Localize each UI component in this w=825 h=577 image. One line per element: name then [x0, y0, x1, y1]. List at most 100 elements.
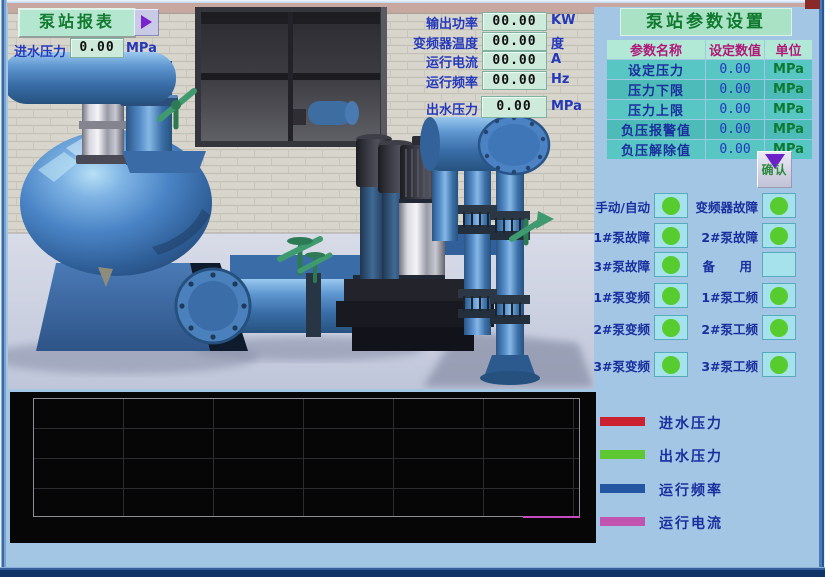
window-frame-bottom	[0, 567, 825, 577]
window-frame-left	[0, 0, 7, 577]
status-label-pump2-mains: 2#泵工频	[688, 319, 758, 338]
param-name: 设定压力	[607, 60, 705, 79]
corner-decoration	[805, 0, 820, 9]
header-param-name: 参数名称	[607, 40, 705, 59]
indicator-pump2-vfd	[654, 315, 688, 340]
indicator-lamp	[770, 287, 788, 305]
indicator-lamp	[770, 356, 788, 374]
status-label-pump3-mains: 3#泵工频	[688, 356, 758, 375]
table-row: 压力上限 0.00 MPa	[607, 100, 813, 119]
indicator-pump1-fault	[654, 223, 688, 248]
inlet-pressure-value: 0.00	[70, 38, 124, 58]
indicator-lamp	[662, 256, 680, 274]
indicator-pump3-fault	[654, 252, 688, 277]
indicator-lamp	[662, 319, 680, 337]
indicator-pump2-mains	[762, 315, 796, 340]
status-label-pump1-mains: 1#泵工频	[688, 287, 758, 306]
status-label-pump1-vfd: 1#泵变频	[586, 287, 650, 306]
param-name: 压力下限	[607, 80, 705, 99]
indicator-pump1-mains	[762, 283, 796, 308]
run-frequency-label: 运行频率	[398, 72, 478, 91]
param-name: 负压解除值	[607, 140, 705, 159]
legend-label-run-frequency: 运行频率	[659, 480, 723, 500]
window-frame-right	[818, 0, 825, 577]
indicator-lamp	[770, 227, 788, 245]
indicator-lamp	[770, 319, 788, 337]
status-label-pump1-fault: 1#泵故障	[586, 227, 650, 246]
indicator-lamp	[662, 197, 680, 215]
indicator-lamp	[662, 356, 680, 374]
outlet-pressure-label: 出水压力	[398, 99, 478, 118]
header-unit: 单位	[765, 40, 812, 59]
run-current-unit: A	[551, 52, 561, 67]
param-value[interactable]: 0.00	[706, 120, 764, 139]
run-frequency-value: 00.00	[482, 71, 547, 90]
param-value[interactable]: 0.00	[706, 140, 764, 159]
param-unit: MPa	[765, 100, 812, 119]
outlet-pressure-value: 0.00	[481, 96, 547, 118]
status-label-spare: 备 用	[688, 256, 758, 275]
indicator-manual-auto	[654, 193, 688, 218]
indicator-vfd-fault	[762, 193, 796, 218]
confirm-button[interactable]: 确认	[757, 151, 792, 188]
output-power-label: 输出功率	[398, 13, 478, 32]
param-value[interactable]: 0.00	[706, 100, 764, 119]
output-power-unit: KW	[551, 13, 575, 28]
legend-swatch-outlet-pressure	[600, 450, 645, 459]
legend-swatch-run-current	[600, 517, 645, 526]
header-set-value: 设定数值	[706, 40, 764, 59]
report-button[interactable]: 泵站报表	[18, 8, 136, 38]
table-header-row: 参数名称 设定数值 单位	[607, 40, 813, 59]
legend-label-inlet-pressure: 进水压力	[659, 413, 723, 433]
indicator-lamp	[770, 197, 788, 215]
output-power-value: 00.00	[482, 12, 547, 31]
inverter-temp-label: 变频器温度	[398, 33, 478, 52]
indicator-pump1-vfd	[654, 283, 688, 308]
param-unit: MPa	[765, 120, 812, 139]
param-name: 负压报警值	[607, 120, 705, 139]
table-row: 设定压力 0.00 MPa	[607, 60, 813, 79]
pump-station-hmi: 泵站报表 进水压力 0.00 MPa 输出功率 00.00 KW 变频器温度 0…	[0, 0, 825, 577]
param-name: 压力上限	[607, 100, 705, 119]
param-unit: MPa	[765, 60, 812, 79]
param-value[interactable]: 0.00	[706, 60, 764, 79]
trend-plot-area	[33, 398, 580, 517]
inverter-temp-unit: 度	[551, 33, 564, 52]
legend-label-run-current: 运行电流	[659, 513, 723, 533]
settings-panel-title: 泵站参数设置	[620, 8, 792, 36]
indicator-pump3-mains	[762, 352, 796, 377]
indicator-pump3-vfd	[654, 352, 688, 377]
window	[195, 7, 387, 147]
indicator-pump2-fault	[762, 223, 796, 248]
param-unit: MPa	[765, 80, 812, 99]
run-frequency-unit: Hz	[551, 72, 569, 87]
status-label-pump2-fault: 2#泵故障	[688, 227, 758, 246]
report-nav-button[interactable]	[134, 9, 159, 36]
legend-swatch-run-frequency	[600, 484, 645, 493]
status-label-pump3-fault: 3#泵故障	[586, 256, 650, 275]
current-trace	[523, 516, 580, 518]
inlet-pressure-unit: MPa	[126, 41, 157, 56]
status-label-vfd-fault: 变频器故障	[688, 197, 758, 216]
param-value[interactable]: 0.00	[706, 80, 764, 99]
legend-swatch-inlet-pressure	[600, 417, 645, 426]
outlet-pressure-unit: MPa	[551, 99, 582, 114]
indicator-spare	[762, 252, 796, 277]
trend-chart	[10, 392, 596, 543]
status-label-pump2-vfd: 2#泵变频	[586, 319, 650, 338]
indicator-lamp	[662, 287, 680, 305]
indicator-lamp	[662, 227, 680, 245]
table-row: 压力下限 0.00 MPa	[607, 80, 813, 99]
inlet-pressure-label: 进水压力	[14, 41, 66, 60]
inverter-temp-value: 00.00	[482, 32, 547, 51]
play-arrow-icon	[141, 15, 152, 29]
run-current-label: 运行电流	[398, 52, 478, 71]
window-frame-top	[0, 0, 825, 3]
parameter-table: 参数名称 设定数值 单位 设定压力 0.00 MPa 压力下限 0.00 MPa…	[607, 40, 813, 160]
run-current-value: 00.00	[482, 51, 547, 70]
status-label-manual-auto: 手动/自动	[586, 197, 650, 216]
table-row: 负压报警值 0.00 MPa	[607, 120, 813, 139]
status-label-pump3-vfd: 3#泵变频	[586, 356, 650, 375]
confirm-label: 确认	[758, 161, 791, 178]
legend-label-outlet-pressure: 出水压力	[659, 446, 723, 466]
